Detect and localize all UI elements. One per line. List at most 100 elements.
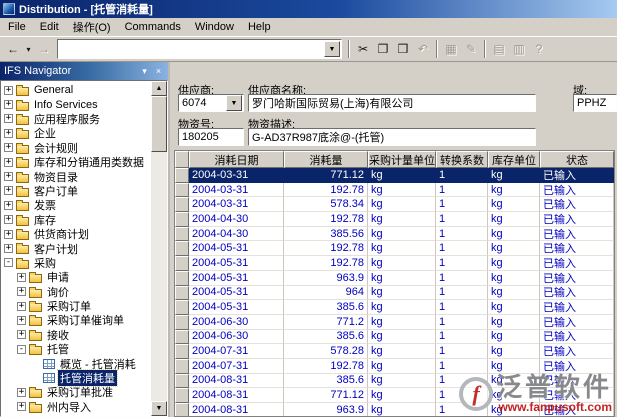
tree-item-7[interactable]: + 客户订单 — [1, 184, 151, 198]
cell[interactable]: 1 — [436, 241, 488, 257]
collapse-icon[interactable]: - — [17, 344, 26, 354]
cell[interactable]: 192.78 — [284, 256, 368, 271]
row-selector[interactable] — [175, 300, 189, 315]
cell[interactable]: 771.12 — [284, 168, 368, 183]
domain-field[interactable]: PPHZ — [573, 94, 617, 112]
cell[interactable]: 2004-06-30 — [189, 329, 284, 345]
expand-icon[interactable]: + — [17, 301, 26, 311]
expand-icon[interactable]: + — [4, 200, 13, 210]
table-row-1[interactable]: 2004-03-31 771.12 kg 1 kg 已输入 — [175, 168, 614, 183]
cell[interactable]: kg — [368, 270, 436, 286]
table-row-8[interactable]: 2004-05-31 963.9 kg 1 kg 已输入 — [175, 270, 614, 286]
column-header-3[interactable]: 采购计量单位 — [368, 151, 436, 168]
expand-icon[interactable]: + — [4, 243, 13, 253]
tree-item-16[interactable]: + 采购订单催询单 — [1, 313, 151, 327]
tree-item-22[interactable]: + 州内导入 — [1, 400, 151, 414]
tree-item-19[interactable]: 概览 - 托管消耗 — [1, 356, 151, 371]
cell[interactable]: 已输入 — [540, 344, 614, 359]
cell[interactable]: 2004-05-31 — [189, 241, 284, 257]
cell[interactable]: 2004-04-30 — [189, 212, 284, 227]
scrollbar-thumb[interactable] — [151, 96, 167, 152]
tree-item-21[interactable]: + 采购订单批准 — [1, 385, 151, 399]
cell[interactable]: 1 — [436, 256, 488, 271]
toolbar-combo[interactable]: ▼ — [57, 39, 342, 59]
cell[interactable]: 1 — [436, 168, 488, 183]
cell[interactable]: 771.2 — [284, 314, 368, 330]
cell[interactable]: kg — [368, 212, 436, 227]
row-selector[interactable] — [175, 388, 189, 403]
expand-icon[interactable]: + — [4, 128, 13, 138]
tree-item-15[interactable]: + 采购订单 — [1, 299, 151, 313]
cell[interactable]: 1 — [436, 314, 488, 330]
part-no-field[interactable]: 180205 — [178, 128, 244, 146]
cell[interactable]: 2004-03-31 — [189, 197, 284, 213]
cell[interactable]: 2004-07-31 — [189, 344, 284, 359]
chevron-down-icon[interactable]: ▾ — [139, 66, 150, 77]
cell[interactable]: kg — [368, 197, 436, 213]
column-header-6[interactable]: 状态 — [540, 151, 614, 168]
menu-item-4[interactable]: Commands — [118, 19, 188, 35]
cell[interactable]: kg — [488, 241, 540, 257]
row-selector[interactable] — [175, 344, 189, 359]
row-selector[interactable] — [175, 285, 189, 301]
row-selector[interactable] — [175, 403, 189, 416]
tree-item-4[interactable]: + 会计规则 — [1, 141, 151, 155]
cell[interactable]: kg — [368, 329, 436, 345]
expand-icon[interactable]: + — [17, 402, 26, 412]
expand-icon[interactable]: + — [17, 387, 26, 397]
table-row-6[interactable]: 2004-05-31 192.78 kg 1 kg 已输入 — [175, 241, 614, 257]
cell[interactable]: 1 — [436, 226, 488, 242]
supplier-combo[interactable]: 6074 ▼ — [178, 94, 244, 112]
close-icon[interactable]: × — [153, 66, 164, 76]
cell[interactable]: 1 — [436, 270, 488, 286]
cell[interactable]: kg — [488, 329, 540, 345]
cell[interactable]: 2004-05-31 — [189, 285, 284, 301]
cell[interactable]: 已输入 — [540, 270, 614, 286]
row-selector[interactable] — [175, 270, 189, 286]
menu-item-2[interactable]: Edit — [33, 19, 66, 35]
back-history-dropdown-icon[interactable]: ▾ — [23, 39, 34, 59]
cell[interactable]: 2004-05-31 — [189, 256, 284, 271]
column-header-2[interactable]: 消耗量 — [284, 151, 368, 168]
cell[interactable]: 1 — [436, 344, 488, 359]
cell[interactable]: 2004-04-30 — [189, 226, 284, 242]
cell[interactable]: kg — [488, 344, 540, 359]
cell[interactable]: 已输入 — [540, 329, 614, 345]
cell[interactable]: kg — [368, 182, 436, 198]
cell[interactable]: kg — [368, 403, 436, 416]
table-row-13[interactable]: 2004-07-31 578.28 kg 1 kg 已输入 — [175, 344, 614, 359]
cell[interactable]: kg — [488, 168, 540, 183]
cell[interactable]: 已输入 — [540, 182, 614, 198]
supplier-dropdown-icon[interactable]: ▼ — [226, 95, 242, 111]
cell[interactable]: kg — [368, 388, 436, 403]
cut-icon[interactable]: ✂ — [353, 39, 373, 59]
cell[interactable]: 已输入 — [540, 314, 614, 330]
tree-item-3[interactable]: + 企业 — [1, 126, 151, 140]
row-selector[interactable] — [175, 182, 189, 198]
cell[interactable]: kg — [368, 226, 436, 242]
menu-item-1[interactable]: File — [1, 19, 33, 35]
cell[interactable]: 2004-08-31 — [189, 388, 284, 403]
table-row-10[interactable]: 2004-05-31 385.6 kg 1 kg 已输入 — [175, 300, 614, 315]
row-selector[interactable] — [175, 314, 189, 330]
row-selector[interactable] — [175, 329, 189, 345]
table-row-5[interactable]: 2004-04-30 385.56 kg 1 kg 已输入 — [175, 226, 614, 242]
cell[interactable]: 578.34 — [284, 197, 368, 213]
cell[interactable]: 已输入 — [540, 168, 614, 183]
tree-item-18[interactable]: - 托管 — [1, 342, 151, 356]
cell[interactable]: 771.12 — [284, 388, 368, 403]
cell[interactable]: 2004-05-31 — [189, 270, 284, 286]
cell[interactable]: kg — [368, 358, 436, 374]
tree-item-12[interactable]: - 采购 — [1, 256, 151, 270]
expand-icon[interactable]: + — [4, 215, 13, 225]
scrollbar-track[interactable] — [151, 96, 167, 401]
cell[interactable]: 1 — [436, 197, 488, 213]
paste-icon[interactable]: ❒ — [393, 39, 413, 59]
cell[interactable]: 385.6 — [284, 300, 368, 315]
cell[interactable]: 1 — [436, 300, 488, 315]
cell[interactable]: kg — [488, 182, 540, 198]
toolbar-combo-dropdown-icon[interactable]: ▼ — [324, 41, 340, 57]
menu-item-6[interactable]: Help — [241, 19, 278, 35]
cell[interactable]: kg — [368, 373, 436, 389]
cell[interactable]: 已输入 — [540, 285, 614, 301]
